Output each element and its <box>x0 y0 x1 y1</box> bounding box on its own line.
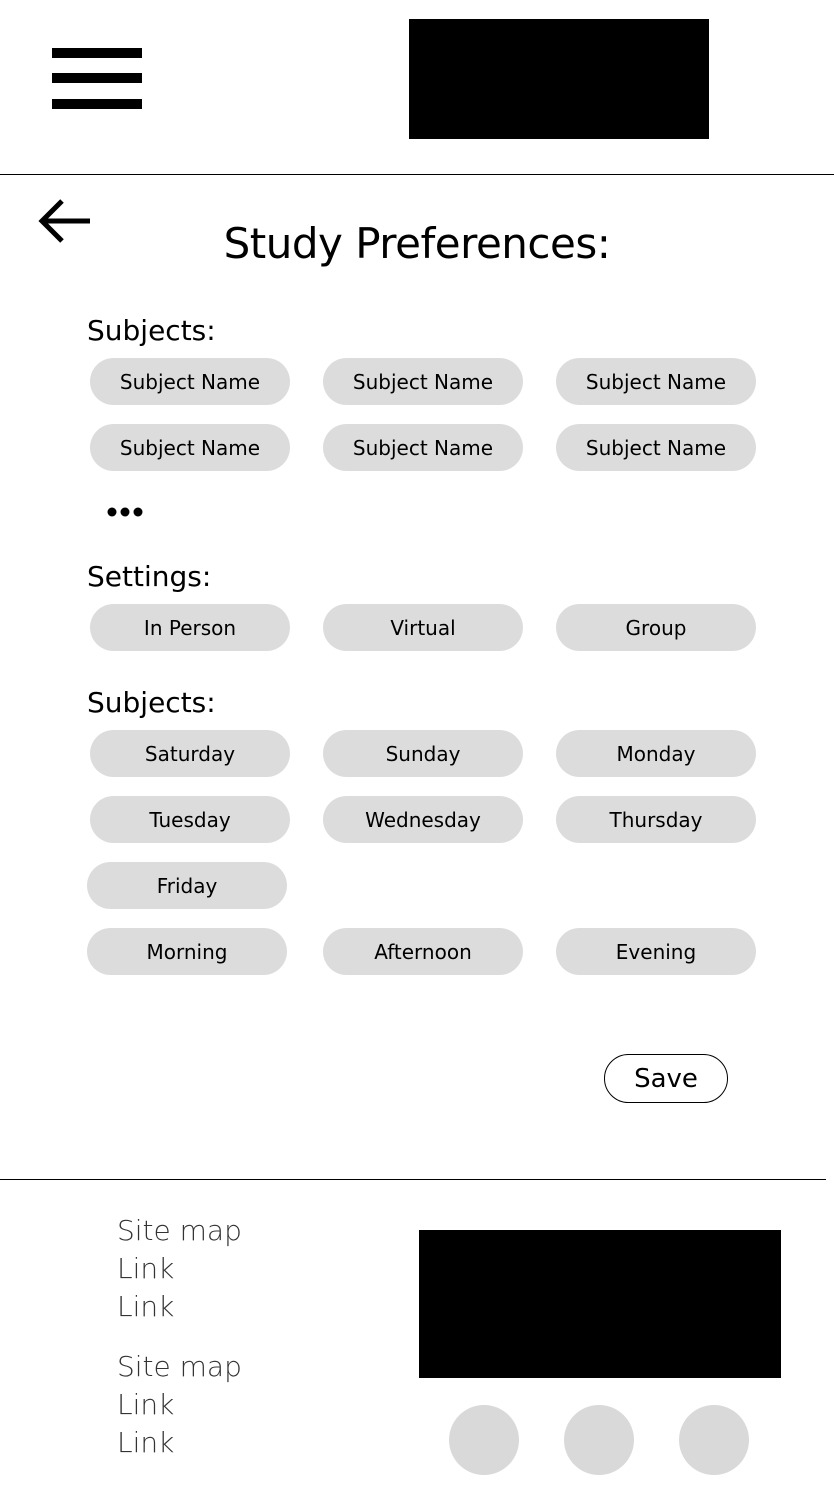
subjects-section-label: Subjects: <box>87 314 216 347</box>
footer-media-placeholder <box>419 1230 781 1378</box>
save-button[interactable]: Save <box>604 1054 728 1103</box>
menu-bar <box>52 73 142 83</box>
social-icon-1[interactable] <box>449 1405 519 1475</box>
schedule-section-label: Subjects: <box>87 686 216 719</box>
day-chip-friday[interactable]: Friday <box>87 862 287 909</box>
header-divider <box>0 174 834 175</box>
social-icon-3[interactable] <box>679 1405 749 1475</box>
footer-link[interactable]: Link <box>117 1289 174 1325</box>
day-chip-tuesday[interactable]: Tuesday <box>90 796 290 843</box>
day-chip-monday[interactable]: Monday <box>556 730 756 777</box>
day-chip-wednesday[interactable]: Wednesday <box>323 796 523 843</box>
menu-bar <box>52 48 142 58</box>
time-chip-evening[interactable]: Evening <box>556 928 756 975</box>
header-logo-placeholder <box>409 19 709 139</box>
settings-section-label: Settings: <box>87 560 212 593</box>
setting-chip-in-person[interactable]: In Person <box>90 604 290 651</box>
subject-chip[interactable]: Subject Name <box>556 424 756 471</box>
day-chip-sunday[interactable]: Sunday <box>323 730 523 777</box>
footer-link[interactable]: Link <box>117 1251 174 1287</box>
footer-sitemap-heading[interactable]: Site map <box>117 1213 242 1249</box>
subject-chip[interactable]: Subject Name <box>90 424 290 471</box>
footer-sitemap-heading[interactable]: Site map <box>117 1349 242 1385</box>
subject-chip[interactable]: Subject Name <box>90 358 290 405</box>
ellipsis-icon[interactable] <box>106 503 146 517</box>
setting-chip-group[interactable]: Group <box>556 604 756 651</box>
menu-bar <box>52 99 142 109</box>
time-chip-afternoon[interactable]: Afternoon <box>323 928 523 975</box>
subject-chip[interactable]: Subject Name <box>323 358 523 405</box>
time-chip-morning[interactable]: Morning <box>87 928 287 975</box>
subject-chip[interactable]: Subject Name <box>323 424 523 471</box>
footer-link[interactable]: Link <box>117 1387 174 1423</box>
day-chip-thursday[interactable]: Thursday <box>556 796 756 843</box>
page-title: Study Preferences: <box>223 219 611 268</box>
setting-chip-virtual[interactable]: Virtual <box>323 604 523 651</box>
footer-link[interactable]: Link <box>117 1425 174 1461</box>
subject-chip[interactable]: Subject Name <box>556 358 756 405</box>
social-icon-2[interactable] <box>564 1405 634 1475</box>
day-chip-saturday[interactable]: Saturday <box>90 730 290 777</box>
hamburger-menu-icon[interactable] <box>52 48 142 110</box>
footer-divider <box>0 1179 826 1180</box>
